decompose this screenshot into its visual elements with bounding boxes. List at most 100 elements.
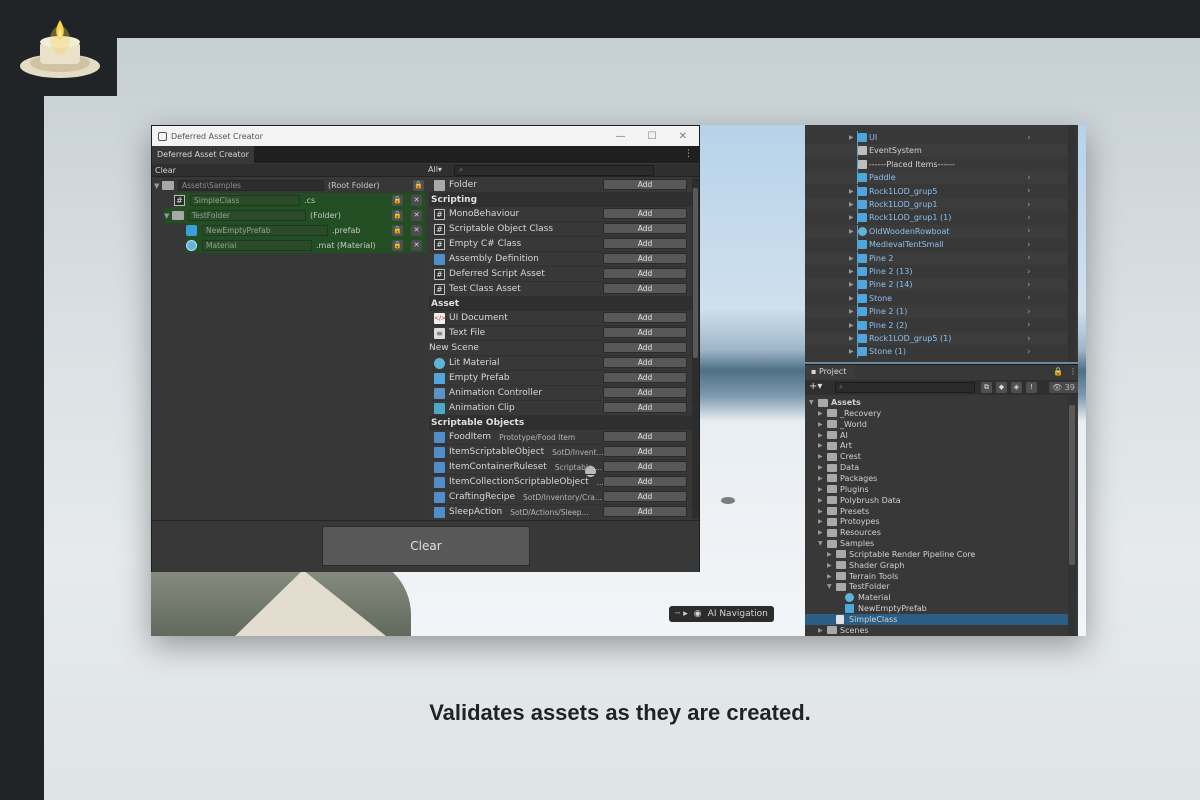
project-item[interactable]: ▶ Resources — [805, 527, 1068, 538]
add-button[interactable]: Add — [603, 283, 687, 294]
add-button[interactable]: Add — [603, 179, 687, 190]
deferred-asset-creator-window[interactable]: Deferred Asset Creator — ☐ ✕ Deferred As… — [151, 125, 700, 572]
hierarchy-item[interactable]: ------Placed Items------ — [805, 157, 1067, 171]
project-item[interactable]: Material — [805, 592, 1068, 603]
expand-arrow-icon[interactable]: ▶ — [818, 442, 823, 449]
open-prefab-chevron-icon[interactable]: › — [1027, 226, 1031, 236]
project-item[interactable]: ▶ Shader Graph — [805, 560, 1068, 571]
hierarchy-item[interactable]: MedievalTentSmall › — [805, 238, 1067, 252]
project-item[interactable]: SimpleClass — [805, 614, 1068, 625]
tab-deferred-asset-creator[interactable]: Deferred Asset Creator — [152, 146, 254, 163]
ai-navigation-overlay[interactable]: ┄ ▸ ◉ AI Navigation — [669, 606, 774, 622]
expand-arrow-icon[interactable]: ▶ — [849, 214, 854, 221]
add-button[interactable]: Add — [603, 431, 687, 442]
hierarchy-item[interactable]: ▶ Pine 2 (1) › — [805, 305, 1067, 319]
expand-arrow-icon[interactable]: ▶ — [818, 497, 823, 504]
clear-button[interactable]: Clear — [322, 526, 530, 566]
project-item[interactable]: ▼ Assets — [805, 397, 1068, 408]
remove-button[interactable]: ✕ — [411, 225, 422, 236]
tree-name-field[interactable]: Material — [202, 240, 312, 251]
clear-link[interactable]: Clear — [152, 166, 176, 175]
project-item[interactable]: NewEmptyPrefab — [805, 603, 1068, 614]
add-button[interactable]: Add — [603, 446, 687, 457]
project-search-input[interactable]: ⌕ — [835, 382, 975, 393]
add-button[interactable]: Add — [603, 461, 687, 472]
expand-arrow-icon[interactable]: ▶ — [818, 486, 823, 493]
tab-project[interactable]: ▪ Project — [805, 365, 855, 379]
hierarchy-item[interactable]: ▶ Pine 2 › — [805, 251, 1067, 265]
open-prefab-chevron-icon[interactable]: › — [1027, 133, 1031, 143]
scrollbar-thumb[interactable] — [1069, 405, 1075, 565]
collapse-arrow-icon[interactable]: ▼ — [827, 583, 832, 590]
lock-icon[interactable]: 🔒 — [392, 210, 403, 221]
expand-arrow-icon[interactable]: ▶ — [849, 134, 854, 141]
open-prefab-chevron-icon[interactable]: › — [1027, 280, 1031, 290]
filter-dropdown[interactable]: All▾ — [428, 164, 448, 176]
expand-arrow-icon[interactable]: ▶ — [827, 573, 832, 580]
project-panel[interactable]: ▪ Project 🔒 ⋮ +▾ ⌕ ⧉ ◆ ◈ ! 👁 39 ▼ Assets ▶… — [805, 364, 1078, 636]
project-item[interactable]: ▼ Samples — [805, 538, 1068, 549]
open-prefab-chevron-icon[interactable]: › — [1027, 293, 1031, 303]
add-button[interactable]: Add — [603, 208, 687, 219]
project-item[interactable]: ▼ TestFolder — [805, 581, 1068, 592]
expand-arrow-icon[interactable]: ▶ — [818, 453, 823, 460]
lock-icon[interactable]: 🔒 — [413, 180, 424, 191]
add-button[interactable]: Add — [603, 387, 687, 398]
lock-icon[interactable]: 🔒 — [1053, 367, 1063, 376]
add-button[interactable]: Add — [603, 506, 687, 517]
project-item[interactable]: ▶ Protoypes — [805, 516, 1068, 527]
open-prefab-chevron-icon[interactable]: › — [1027, 200, 1031, 210]
tree-name-field[interactable]: Assets\Samples — [178, 180, 324, 191]
filter-icon[interactable]: ◆ — [996, 382, 1007, 393]
add-button[interactable]: Add — [603, 357, 687, 368]
tree-row-material[interactable]: Material .mat (Material) 🔒 ✕ — [186, 238, 426, 253]
expand-arrow-icon[interactable]: ▶ — [818, 421, 823, 428]
maximize-button[interactable]: ☐ — [648, 131, 657, 142]
expand-arrow-icon[interactable]: ▶ — [818, 432, 823, 439]
expand-arrow-icon[interactable]: ▶ — [827, 551, 832, 558]
hierarchy-item[interactable]: ▶ Pine 2 (14) › — [805, 278, 1067, 292]
hierarchy-item[interactable]: Paddle › — [805, 171, 1067, 185]
add-button[interactable]: Add — [603, 491, 687, 502]
hierarchy-item[interactable]: ▶ Rock1LOD_grup1 (1) › — [805, 211, 1067, 225]
add-button[interactable]: Add — [603, 342, 687, 353]
add-button[interactable]: Add — [603, 327, 687, 338]
remove-button[interactable]: ✕ — [411, 195, 422, 206]
project-item[interactable]: ▶ Scriptable Render Pipeline Core — [805, 549, 1068, 560]
project-item[interactable]: ▶ Terrain Tools — [805, 571, 1068, 582]
open-prefab-chevron-icon[interactable]: › — [1027, 267, 1031, 277]
search-input[interactable]: ⌕ — [454, 165, 654, 176]
hierarchy-item[interactable]: ▶ Rock1LOD_grup1 › — [805, 198, 1067, 211]
expand-arrow-icon[interactable]: ▶ — [849, 255, 854, 262]
hierarchy-item[interactable]: ▶ Pine 2 (13) › — [805, 265, 1067, 278]
hierarchy-item[interactable]: ▶ Rock1LOD_grup5 (1) › — [805, 332, 1067, 345]
expand-arrow-icon[interactable]: ▶ — [818, 518, 823, 525]
project-item[interactable]: ▶ Packages — [805, 473, 1068, 484]
search-by-type-icon[interactable]: ⧉ — [981, 382, 992, 393]
add-button[interactable]: Add — [603, 253, 687, 264]
tree-row-simpleclass[interactable]: # SimpleClass .cs 🔒 ✕ — [174, 193, 426, 208]
tree-name-field[interactable]: NewEmptyPrefab — [202, 225, 328, 236]
tree-row-testfolder[interactable]: ▼ TestFolder (Folder) 🔒 ✕ — [164, 208, 426, 223]
lock-icon[interactable]: 🔒 — [392, 195, 403, 206]
info-icon[interactable]: ! — [1026, 382, 1037, 393]
expand-arrow-icon[interactable]: ▶ — [818, 475, 823, 482]
tree-row-root[interactable]: ▼ Assets\Samples (Root Folder) 🔒 — [154, 178, 426, 193]
collapse-arrow-icon[interactable]: ▼ — [818, 540, 823, 547]
hierarchy-item[interactable]: ▶ OldWoodenRowboat › — [805, 224, 1067, 238]
expand-arrow-icon[interactable]: ▶ — [849, 322, 854, 329]
expand-arrow-icon[interactable]: ▶ — [849, 188, 854, 195]
expand-arrow-icon[interactable]: ▶ — [818, 508, 823, 515]
collapse-arrow-icon[interactable]: ▼ — [154, 182, 162, 190]
more-options-icon[interactable]: ⋮ — [1069, 367, 1077, 376]
add-button[interactable]: Add — [603, 312, 687, 323]
open-prefab-chevron-icon[interactable]: › — [1027, 307, 1031, 317]
expand-arrow-icon[interactable]: ▶ — [849, 335, 854, 342]
minimize-button[interactable]: — — [616, 131, 626, 142]
project-item[interactable]: ▶ _Recovery — [805, 408, 1068, 419]
label-icon[interactable]: ◈ — [1011, 382, 1022, 393]
visible-count-badge[interactable]: 👁 39 — [1049, 382, 1078, 393]
open-prefab-chevron-icon[interactable]: › — [1027, 240, 1031, 250]
create-dropdown-button[interactable]: +▾ — [809, 381, 822, 392]
project-item[interactable]: ▶ Polybrush Data — [805, 495, 1068, 506]
